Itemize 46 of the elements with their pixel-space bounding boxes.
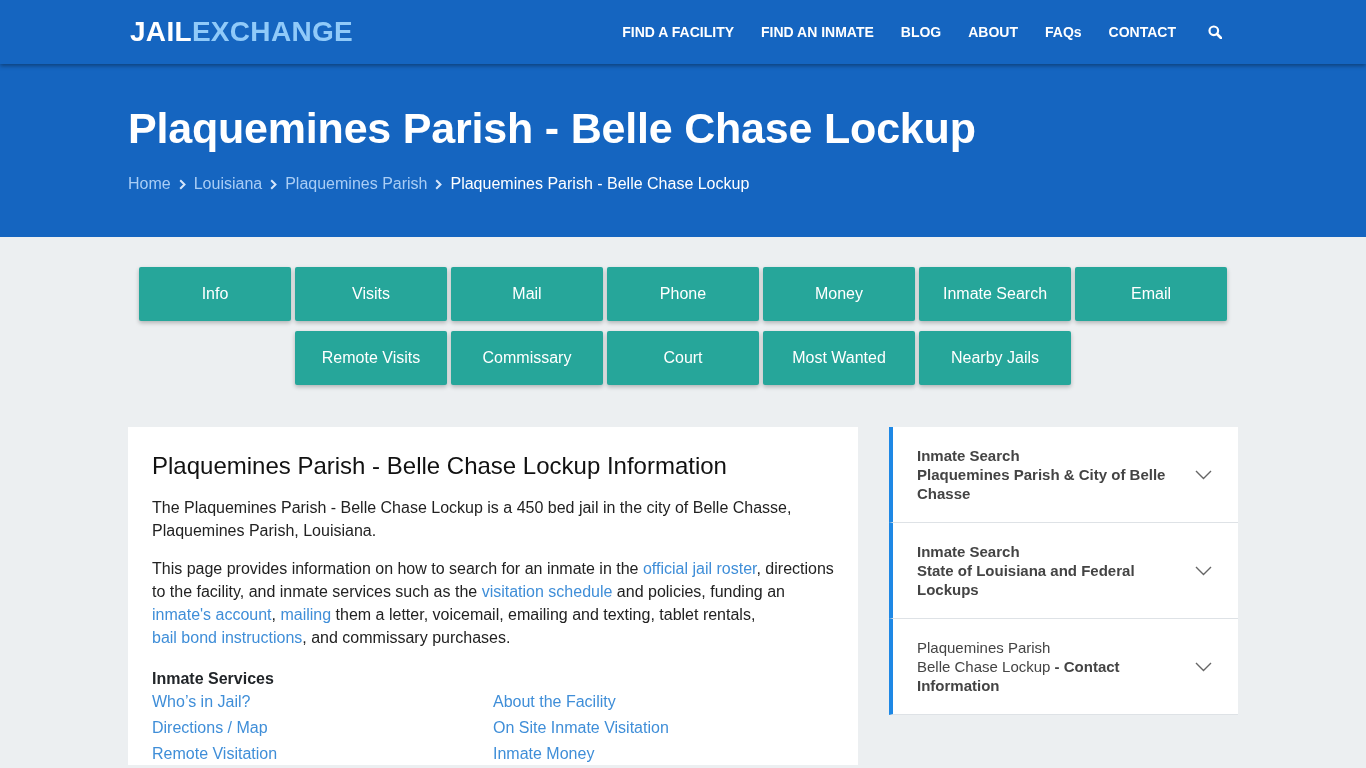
search-icon[interactable] — [1208, 25, 1222, 39]
text-link[interactable]: visitation schedule — [481, 583, 613, 600]
service-link[interactable]: Remote Visitation — [152, 742, 278, 765]
breadcrumb-link[interactable]: Louisiana — [193, 172, 263, 196]
text-link[interactable]: bail bond instructions — [152, 629, 303, 646]
section-button[interactable]: Commissary — [451, 331, 603, 385]
accordion-toggle[interactable]: Plaquemines Parish Belle Chase Lockup - Contact Information — [889, 619, 1238, 715]
breadcrumb-link[interactable]: Home — [128, 172, 171, 196]
section-button[interactable]: Nearby Jails — [919, 331, 1071, 385]
paragraph: This page provides information on how to search for an inmate in the official jail roster, directions to the facility, and inmate services such as the visitation schedule and policies, funding an inmate's account, mailing them a letter, voicemail, emailing and texting, tablet rentals, bail bond instructions, and commissary purchases. — [152, 559, 834, 648]
nav-link[interactable]: ABOUT — [968, 19, 1018, 45]
page-title: Plaquemines Parish - Belle Chase Lockup — [128, 103, 977, 154]
section-button[interactable]: Visits — [295, 267, 447, 321]
text-link[interactable]: mailing — [280, 606, 332, 623]
service-link[interactable]: On Site Inmate Visitation — [493, 716, 669, 739]
section-button[interactable]: Remote Visits — [295, 331, 447, 385]
service-link[interactable]: Who’s in Jail? — [152, 690, 251, 713]
nav-link[interactable]: CONTACT — [1108, 19, 1176, 45]
accordion-toggle[interactable]: Inmate Search Plaquemines Parish & City of Belle Chasse — [889, 427, 1238, 523]
section-button[interactable]: Most Wanted — [763, 331, 915, 385]
site-logo[interactable]: JAILEXCHANGE — [128, 11, 355, 53]
section-button[interactable]: Phone — [607, 267, 759, 321]
text-link[interactable]: official jail roster — [642, 560, 757, 577]
chevron-right-icon — [178, 178, 186, 190]
chevron-right-icon — [435, 178, 443, 190]
nav-link[interactable]: BLOG — [900, 19, 942, 45]
service-link[interactable]: About the Facility — [493, 690, 616, 713]
card-title: Plaquemines Parish - Belle Chase Lockup Information — [152, 451, 728, 480]
nav-link[interactable]: FAQs — [1045, 19, 1082, 45]
section-button[interactable]: Info — [139, 267, 291, 321]
accordion-toggle[interactable]: Inmate Search State of Louisiana and Federal Lockups — [889, 523, 1238, 619]
section-button[interactable]: Court — [607, 331, 759, 385]
breadcrumb-link[interactable]: Plaquemines Parish — [285, 172, 428, 196]
nav-link[interactable]: FIND AN INMATE — [761, 19, 874, 45]
paragraph: The Plaquemines Parish - Belle Chase Lockup is a 450 bed jail in the city of Belle Chasse, Plaquemines Parish, Louisiana. — [152, 498, 793, 541]
breadcrumb-current: Plaquemines Parish - Belle Chase Lockup — [450, 174, 750, 194]
section-button[interactable]: Mail — [451, 267, 603, 321]
text-link[interactable]: inmate's account — [152, 606, 272, 623]
service-link[interactable]: Directions / Map — [152, 716, 268, 739]
section-button[interactable]: Inmate Search — [919, 267, 1071, 321]
nav-link[interactable]: FIND A FACILITY — [622, 19, 734, 45]
section-button[interactable]: Email — [1075, 267, 1227, 321]
section-button[interactable]: Money — [763, 267, 915, 321]
service-link[interactable]: Inmate Money — [493, 742, 595, 765]
chevron-right-icon — [270, 178, 278, 190]
section-heading: Inmate Services — [152, 669, 275, 689]
